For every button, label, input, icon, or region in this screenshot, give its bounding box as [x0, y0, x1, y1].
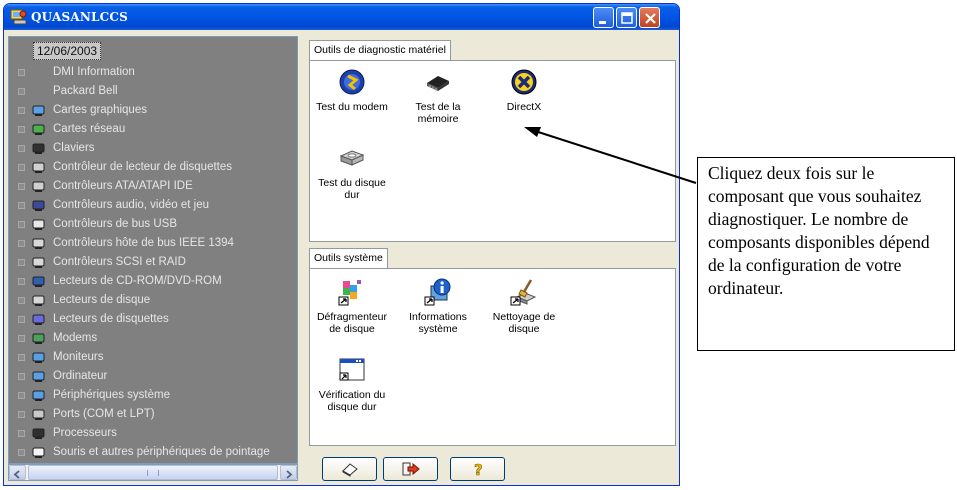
instruction-callout: Cliquez deux fois sur le composant que v…	[697, 157, 955, 351]
